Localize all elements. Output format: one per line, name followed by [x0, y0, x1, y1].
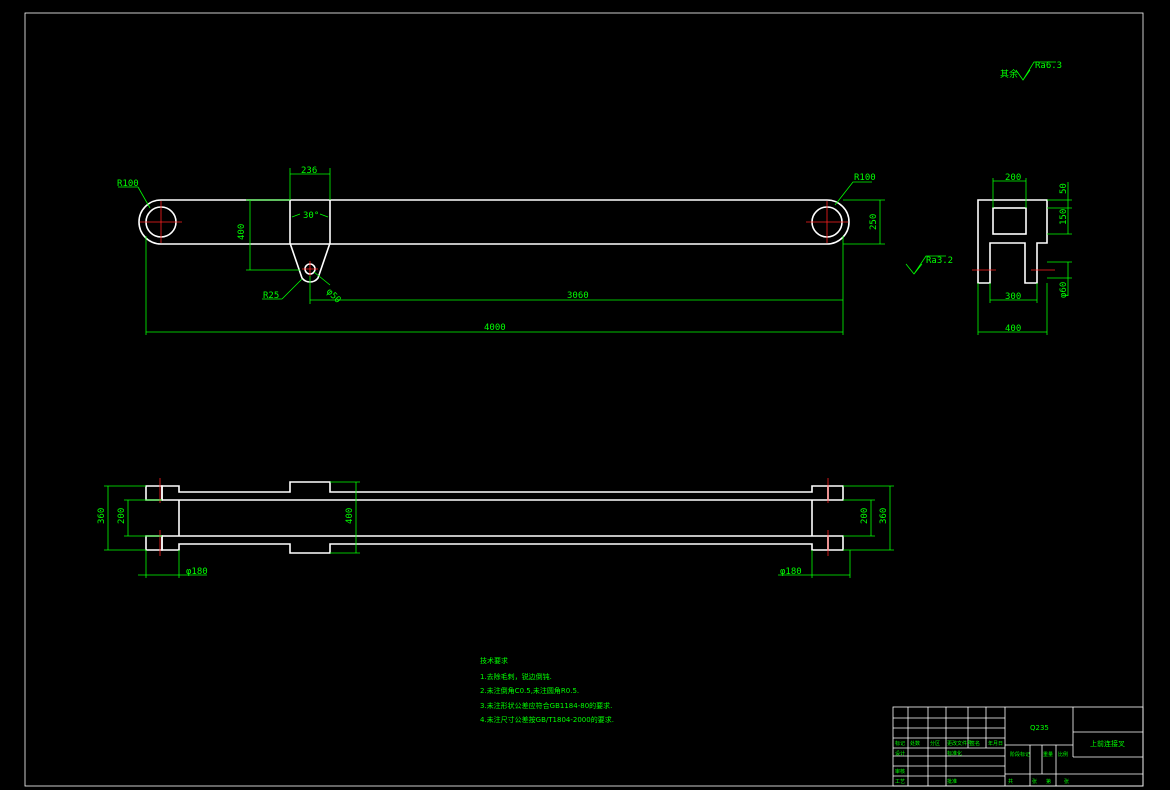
tb-label-change: 更改文件号	[947, 740, 972, 747]
tb-label-review: 审核	[895, 768, 905, 775]
dim-4000-text: 4000	[484, 323, 506, 333]
tb-material: Q235	[1030, 724, 1049, 732]
note-line-2: 2.未注倒角C0.5,未注圆角R0.5.	[480, 686, 579, 695]
dim-r100-right: R100	[854, 173, 876, 183]
dim-250-text: 250	[869, 214, 879, 230]
dim-360-left-text: 360	[97, 508, 107, 524]
tb-label-mark: 标记	[895, 740, 905, 747]
tb-label-stage: 阶段标记	[1010, 751, 1030, 758]
dim-200-right	[843, 499, 875, 537]
dim-50-text: 50	[1059, 183, 1069, 194]
tb-label-scale: 比例	[1058, 751, 1068, 758]
section-inner-box	[992, 207, 1027, 235]
dim-300-text: 300	[1005, 292, 1021, 302]
top-view	[118, 168, 885, 335]
inner-walls	[178, 500, 813, 536]
dim-phi50-text: φ50	[324, 287, 343, 306]
leader-r100-left	[118, 186, 151, 209]
section-body	[977, 199, 1048, 284]
tb-part-name: 上前连接叉	[1090, 739, 1125, 748]
tb-label-approve: 批准	[947, 778, 957, 785]
tb-label-zone: 分区	[930, 740, 940, 747]
dim-r25-text: R25	[263, 291, 279, 301]
lower-flange	[161, 535, 829, 554]
rough-side-text: Ra3.2	[926, 256, 953, 266]
tb-label-design: 设计	[895, 750, 905, 757]
dim-200-side-text: 200	[1005, 173, 1021, 183]
tb-label-date: 年月日	[988, 740, 1003, 747]
notes-title: 技术要求	[480, 656, 508, 665]
dim-360-right-text: 360	[879, 508, 889, 524]
rough-main-text: Ra6.3	[1035, 61, 1062, 71]
side-section-view	[905, 61, 1072, 335]
rough-main-label: 其余	[1000, 68, 1018, 80]
dim-phi60-text: φ60	[1059, 282, 1069, 298]
dim-200-right-text: 200	[860, 508, 870, 524]
tb-label-process: 工艺	[895, 779, 905, 785]
dim-400-bottom-text: 400	[345, 508, 355, 524]
dim-200-left	[124, 499, 162, 537]
tb-label-no: 第	[1046, 778, 1051, 785]
tb-label-sheets: 张	[1032, 778, 1037, 785]
note-line-3: 3.未注形状公差应符合GB1184-80的要求.	[480, 701, 612, 710]
tb-label-sign: 签名	[970, 740, 980, 747]
dim-150-text: 150	[1059, 209, 1069, 225]
tb-label-total: 共	[1008, 778, 1013, 785]
note-line-4: 4.未注尺寸公差按GB/T1804-2000的要求.	[480, 715, 614, 724]
leader-r100-right	[834, 181, 872, 206]
upper-flange	[161, 481, 829, 501]
dim-400-side-text: 400	[1005, 324, 1021, 334]
tb-label-std: 标准化	[947, 750, 962, 757]
dim-angle-text: 30°	[303, 211, 319, 221]
dim-200-left-text: 200	[117, 508, 127, 524]
border-frame	[24, 12, 1144, 787]
bottom-section-view	[104, 478, 894, 578]
tb-label-count: 处数	[910, 740, 920, 747]
dim-236-text: 236	[301, 166, 317, 176]
dim-4000	[145, 236, 844, 335]
drawing-sheet: R100 R100 236 30° 400 250 R25 φ50 3060 4…	[24, 12, 1144, 787]
tb-label-weight: 重量	[1043, 751, 1053, 758]
note-line-1: 1.去除毛刺，锐边倒钝.	[480, 672, 552, 681]
dim-phi180-left-text: φ180	[186, 567, 208, 577]
end-bosses	[145, 485, 844, 551]
dim-phi180-right-text: φ180	[780, 567, 802, 577]
dim-400-top	[246, 199, 300, 271]
leader-phi50	[313, 271, 331, 286]
dim-3060-text: 3060	[567, 291, 589, 301]
dim-400-top-text: 400	[237, 224, 247, 240]
dim-r100-left: R100	[117, 179, 139, 189]
tb-label-sheet: 张	[1064, 778, 1069, 785]
